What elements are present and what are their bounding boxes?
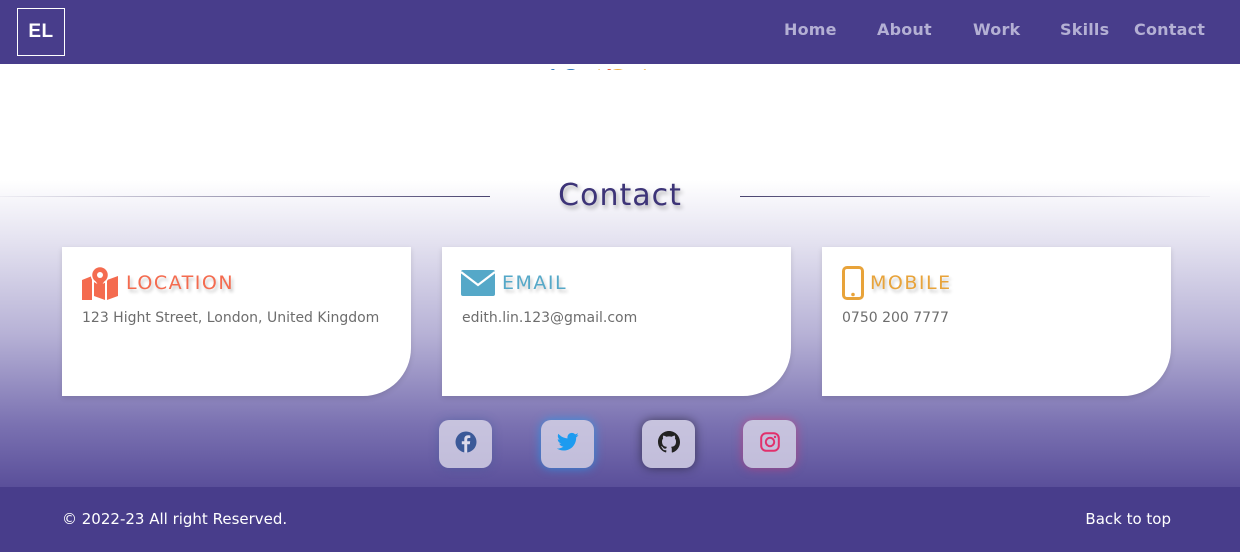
nav-contact-link[interactable]: Contact bbox=[1134, 20, 1205, 39]
nav-work-link[interactable]: Work bbox=[973, 20, 1020, 39]
facebook-icon bbox=[455, 431, 477, 457]
twitter-icon bbox=[556, 432, 579, 456]
instagram-button[interactable] bbox=[743, 420, 796, 468]
site-logo[interactable]: EL bbox=[17, 8, 65, 56]
mobile-text[interactable]: 0750 200 7777 bbox=[842, 310, 949, 326]
contact-title: Contact bbox=[558, 178, 682, 213]
location-card: LOCATION 123 Hight Street, London, Unite… bbox=[62, 247, 411, 396]
nav-about-link[interactable]: About bbox=[877, 20, 932, 39]
instagram-icon bbox=[759, 432, 780, 456]
location-text: 123 Hight Street, London, United Kingdom bbox=[82, 310, 380, 326]
mobile-title: MOBILE bbox=[870, 272, 952, 294]
navbar: EL Home About Work Skills Contact bbox=[0, 0, 1240, 64]
map-location-icon bbox=[81, 265, 119, 304]
email-text[interactable]: edith.lin.123@gmail.com bbox=[462, 310, 637, 326]
contact-section: Contact LOCATION 123 Hight Street, Londo… bbox=[0, 178, 1240, 487]
mobile-phone-icon bbox=[842, 266, 864, 304]
location-title: LOCATION bbox=[126, 272, 235, 294]
github-button[interactable] bbox=[642, 420, 695, 468]
nav-home-link[interactable]: Home bbox=[784, 20, 837, 39]
facebook-button[interactable] bbox=[439, 420, 492, 468]
github-icon bbox=[657, 431, 680, 457]
footer: © 2022-23 All right Reserved. Back to to… bbox=[0, 487, 1240, 552]
envelope-icon bbox=[460, 270, 496, 300]
back-to-top-link[interactable]: Back to top bbox=[1085, 510, 1171, 528]
email-title: EMAIL bbox=[502, 272, 568, 294]
nav-skills-link[interactable]: Skills bbox=[1060, 20, 1109, 39]
copyright-text: © 2022-23 All right Reserved. bbox=[62, 510, 288, 528]
email-card: EMAIL edith.lin.123@gmail.com bbox=[442, 247, 791, 396]
mobile-card: MOBILE 0750 200 7777 bbox=[822, 247, 1171, 396]
twitter-button[interactable] bbox=[541, 420, 594, 468]
